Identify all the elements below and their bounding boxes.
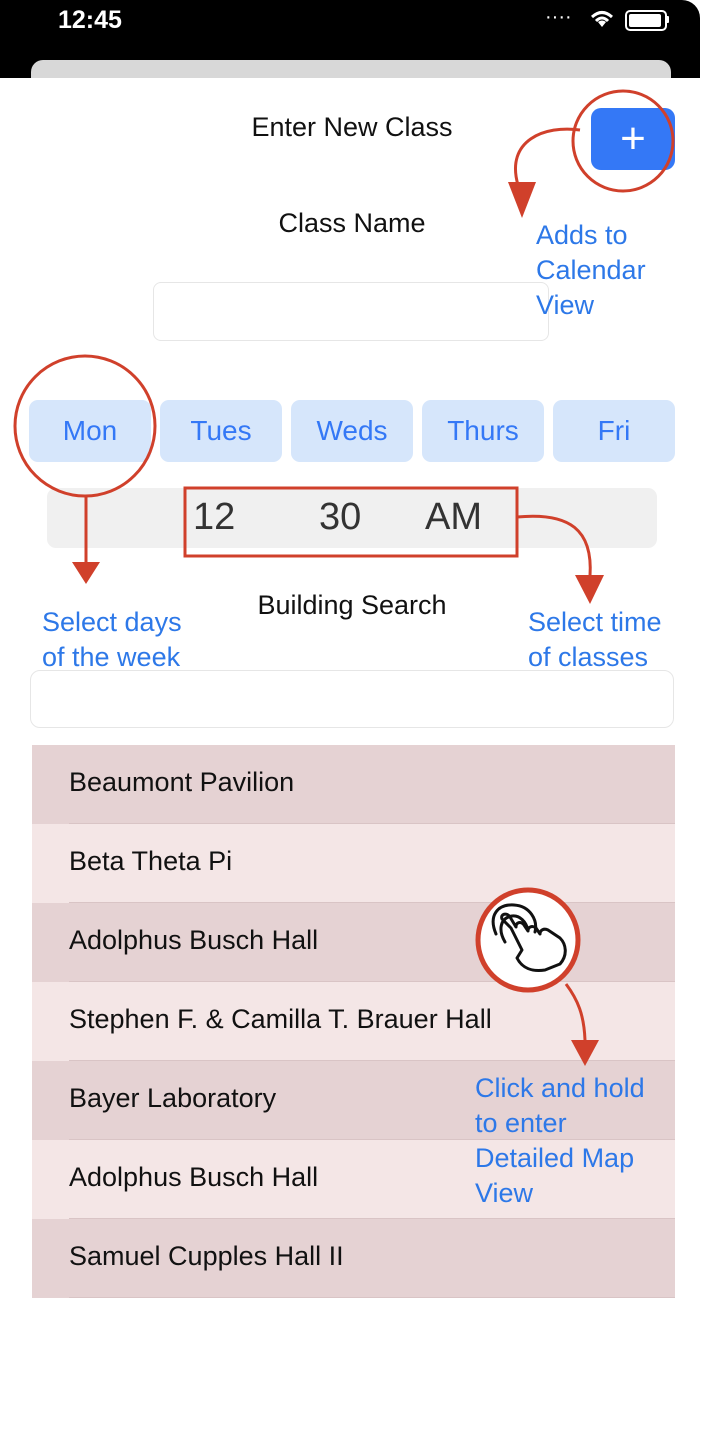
day-button-mon[interactable]: Mon bbox=[29, 400, 151, 462]
building-search-input[interactable] bbox=[30, 670, 674, 728]
list-item-label: Beta Theta Pi bbox=[69, 846, 233, 876]
list-item-label: Adolphus Busch Hall bbox=[69, 1162, 319, 1192]
battery-icon bbox=[625, 10, 667, 31]
day-button-tues[interactable]: Tues bbox=[160, 400, 282, 462]
list-item-label: Samuel Cupples Hall II bbox=[69, 1241, 344, 1271]
battery-tip bbox=[666, 16, 669, 23]
day-button-fri[interactable]: Fri bbox=[553, 400, 675, 462]
list-item[interactable]: Adolphus Busch Hall bbox=[32, 903, 675, 982]
list-item[interactable]: Stephen F. & Camilla T. Brauer Hall bbox=[32, 982, 675, 1061]
wifi-icon bbox=[590, 11, 614, 27]
days-annotation-text: Select days of the week bbox=[42, 607, 182, 672]
class-name-input[interactable] bbox=[153, 282, 549, 341]
time-picker-minute[interactable]: 30 bbox=[319, 496, 361, 539]
add-annotation-text: Adds to Calendar View bbox=[536, 220, 646, 320]
time-picker-hour[interactable]: 12 bbox=[193, 496, 235, 539]
list-item-label: Stephen F. & Camilla T. Brauer Hall bbox=[69, 1004, 492, 1034]
list-item-label: Beaumont Pavilion bbox=[69, 767, 295, 797]
list-item[interactable]: Beaumont Pavilion bbox=[32, 745, 675, 824]
list-item[interactable]: Beta Theta Pi bbox=[32, 824, 675, 903]
list-item-label: Adolphus Busch Hall bbox=[69, 925, 319, 955]
status-time: 12:45 bbox=[58, 6, 122, 34]
signal-icon: ···· bbox=[545, 6, 572, 28]
map-annotation-text: Click and hold to enter Detailed Map Vie… bbox=[475, 1073, 645, 1208]
building-list: Beaumont Pavilion Beta Theta Pi Adolphus… bbox=[32, 745, 675, 1298]
time-annotation-text: Select time of classes bbox=[528, 607, 662, 672]
list-item[interactable]: Samuel Cupples Hall II bbox=[32, 1219, 675, 1298]
day-button-thurs[interactable]: Thurs bbox=[422, 400, 544, 462]
day-button-weds[interactable]: Weds bbox=[291, 400, 413, 462]
add-class-button[interactable]: + bbox=[591, 108, 675, 170]
list-item-label: Bayer Laboratory bbox=[69, 1083, 277, 1113]
time-picker-period[interactable]: AM bbox=[425, 496, 482, 539]
